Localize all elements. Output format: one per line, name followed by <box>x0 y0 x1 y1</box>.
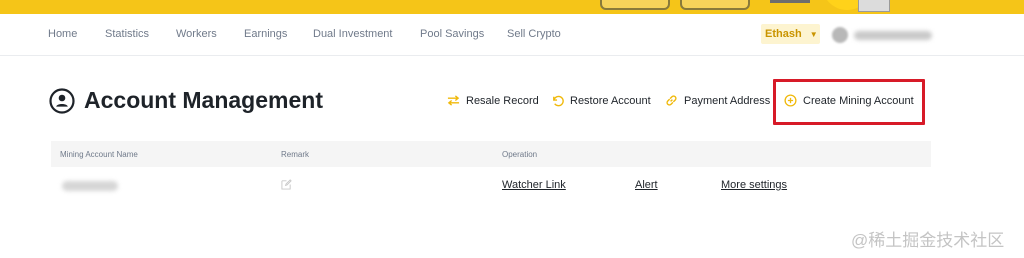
banner-illustration <box>770 0 810 3</box>
highlight-box <box>773 79 925 125</box>
resale-record-label: Resale Record <box>466 94 539 107</box>
nav-item-home[interactable]: Home <box>48 28 77 40</box>
link-icon <box>666 95 677 106</box>
chevron-down-icon: ▼ <box>809 29 818 39</box>
column-header-remark: Remark <box>281 150 310 159</box>
banner-illustration <box>858 0 890 12</box>
restore-account-label: Restore Account <box>570 94 651 107</box>
watcher-link[interactable]: Watcher Link <box>502 179 566 191</box>
payment-address-label: Payment Address <box>684 94 771 107</box>
nav-item-pool-savings[interactable]: Pool Savings <box>420 28 484 40</box>
algorithm-label: Ethash <box>765 28 802 40</box>
column-header-operation: Operation <box>502 150 538 159</box>
algorithm-selector[interactable]: Ethash ▼ <box>761 24 820 44</box>
payment-address-button[interactable]: Payment Address <box>665 94 770 107</box>
alert-link[interactable]: Alert <box>635 179 658 191</box>
table-header <box>51 141 931 167</box>
page-title: Account Management <box>84 87 323 113</box>
column-header-mining-account-name: Mining Account Name <box>60 150 138 159</box>
avatar <box>832 27 848 43</box>
banner-illustration <box>600 0 670 10</box>
user-menu[interactable] <box>832 26 932 44</box>
nav-item-sell-crypto[interactable]: Sell Crypto <box>507 28 561 40</box>
undo-icon <box>553 95 564 107</box>
blurred-username <box>854 30 932 40</box>
edit-icon[interactable] <box>281 179 292 190</box>
nav-item-statistics[interactable]: Statistics <box>105 28 149 40</box>
nav-item-workers[interactable]: Workers <box>176 28 217 40</box>
account-icon <box>49 87 75 114</box>
restore-account-button[interactable]: Restore Account <box>551 94 651 107</box>
banner-illustration <box>680 0 750 10</box>
page-header: Account Management <box>49 87 323 114</box>
nav-item-dual-investment[interactable]: Dual Investment <box>313 28 392 40</box>
resale-record-button[interactable]: Resale Record <box>447 94 539 107</box>
watermark: @稀土掘金技术社区 <box>851 231 1005 250</box>
swap-icon <box>447 95 460 106</box>
top-banner <box>0 0 1024 14</box>
blurred-account-name <box>62 181 118 191</box>
nav-item-earnings[interactable]: Earnings <box>244 28 287 40</box>
table-row <box>51 167 931 203</box>
more-settings-link[interactable]: More settings <box>721 179 787 191</box>
